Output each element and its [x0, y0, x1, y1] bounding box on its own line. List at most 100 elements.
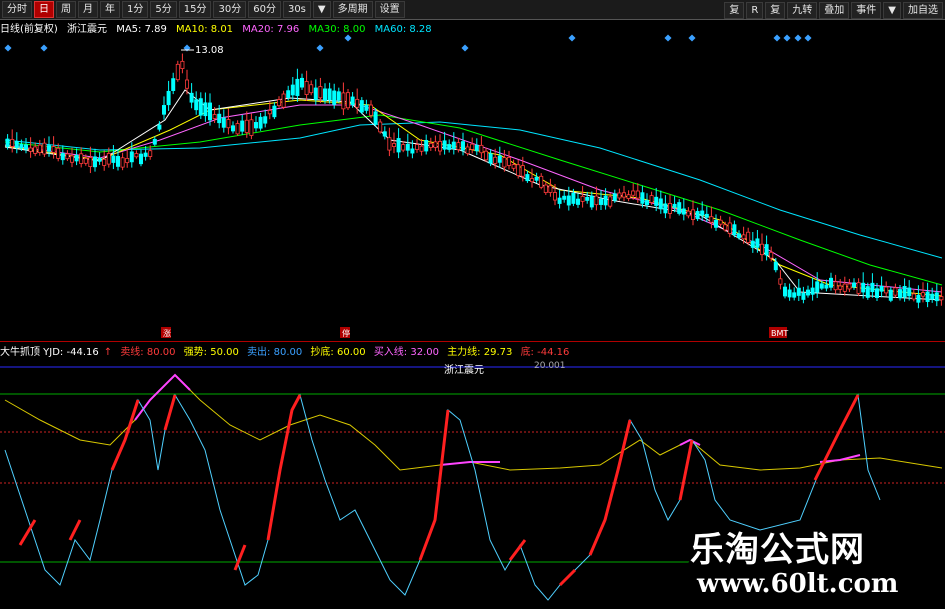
- candle-body: [898, 289, 903, 299]
- candle-body: [318, 86, 323, 99]
- candle-body: [479, 144, 484, 154]
- candle-body: [603, 195, 608, 206]
- candle-body: [304, 81, 309, 95]
- candle-body: [391, 143, 396, 147]
- candle-body: [10, 139, 15, 147]
- candle-body: [838, 285, 843, 290]
- candle-body: [143, 152, 148, 157]
- candle-body: [930, 293, 935, 300]
- candle-body: [281, 93, 286, 108]
- candle-body: [714, 219, 719, 228]
- signal-diamond: [794, 34, 802, 42]
- signal-diamond: [344, 34, 352, 42]
- candle-body: [483, 150, 488, 161]
- candle-body: [764, 244, 769, 256]
- indicator-item-2: 卖出: 80.00: [247, 347, 303, 358]
- candle-body: [645, 200, 650, 206]
- candle-body: [589, 195, 594, 208]
- candle-body: [258, 116, 263, 129]
- candle-body: [902, 286, 907, 298]
- candle-body: [847, 283, 852, 290]
- signal-diamond: [783, 34, 791, 42]
- candle-body: [134, 153, 139, 158]
- candle-body: [704, 213, 709, 218]
- candle-body: [152, 138, 157, 145]
- candle-body: [332, 90, 337, 105]
- indicator-item-1: 强势: 50.00: [183, 347, 239, 358]
- candle-body: [83, 158, 88, 164]
- candle-body: [235, 123, 240, 135]
- candle-body: [405, 143, 410, 151]
- candle-body: [70, 155, 75, 163]
- indicator-subtitle: 浙江震元: [444, 365, 484, 376]
- pane-divider: [0, 341, 945, 342]
- indicator-buy-segment-4: [588, 419, 632, 556]
- candle-body: [37, 144, 42, 153]
- candle-body: [180, 60, 185, 70]
- indicator-buy-segment-5: [813, 394, 860, 481]
- candle-body: [511, 164, 516, 169]
- indicator-buy-segment-2: [266, 394, 302, 541]
- candle-body: [272, 105, 277, 118]
- indicator-buy-segment-11: [678, 439, 694, 501]
- candle-body: [571, 192, 576, 204]
- candle-body: [787, 289, 792, 298]
- candle-body: [336, 91, 341, 101]
- candle-body: [442, 140, 447, 150]
- candle-body: [806, 289, 811, 296]
- ma10-line: [4, 99, 943, 297]
- signal-diamond: [688, 34, 696, 42]
- candle-body: [240, 120, 245, 132]
- candle-body: [691, 209, 696, 220]
- candle-body: [783, 286, 788, 297]
- candle-body: [911, 293, 916, 300]
- candle-body: [253, 122, 258, 129]
- indicator-slow-strong-a: [134, 373, 191, 421]
- signal-diamond: [461, 44, 469, 52]
- candle-body: [309, 84, 314, 94]
- candle-body: [497, 155, 502, 163]
- signal-label-a: 涨: [163, 328, 171, 338]
- candle-body: [594, 195, 599, 206]
- candle-body: [212, 114, 217, 119]
- candle-body: [368, 104, 373, 116]
- kline-chart[interactable]: 13.08 涨 停 BMT: [0, 0, 945, 609]
- candle-body: [249, 119, 254, 136]
- candle-body: [120, 157, 125, 168]
- candle-body: [424, 140, 429, 152]
- candle-body: [313, 87, 318, 101]
- candle-body: [668, 203, 673, 214]
- candle-body: [493, 156, 498, 164]
- candle-body: [516, 164, 521, 176]
- candle-body: [810, 287, 815, 295]
- candle-body: [737, 233, 742, 238]
- candle-body: [631, 190, 636, 196]
- candle-body: [553, 192, 558, 201]
- candle-body: [42, 142, 47, 155]
- candle-body: [700, 210, 705, 216]
- signal-diamond: [568, 34, 576, 42]
- candle-body: [138, 153, 143, 165]
- candle-body: [760, 243, 765, 256]
- candle-body: [382, 131, 387, 137]
- candle-body: [74, 154, 79, 162]
- candle-body: [801, 292, 806, 300]
- candle-body: [111, 155, 116, 163]
- candle-body: [672, 203, 677, 208]
- candle-body: [525, 174, 530, 182]
- candle-body: [88, 157, 93, 167]
- candle-body: [916, 294, 921, 303]
- candle-body: [626, 194, 631, 199]
- candle-body: [373, 111, 378, 125]
- candle-body: [465, 146, 470, 154]
- candle-body: [824, 284, 829, 289]
- candle-body: [286, 90, 291, 98]
- candle-body: [276, 99, 281, 107]
- candle-body: [778, 278, 783, 285]
- candle-body: [157, 124, 162, 130]
- indicator-slow-line: [4, 374, 943, 471]
- candle-body: [921, 292, 926, 297]
- candle-body: [939, 296, 944, 301]
- indicator-buy-segment-0: [110, 399, 140, 471]
- candle-body: [194, 99, 199, 111]
